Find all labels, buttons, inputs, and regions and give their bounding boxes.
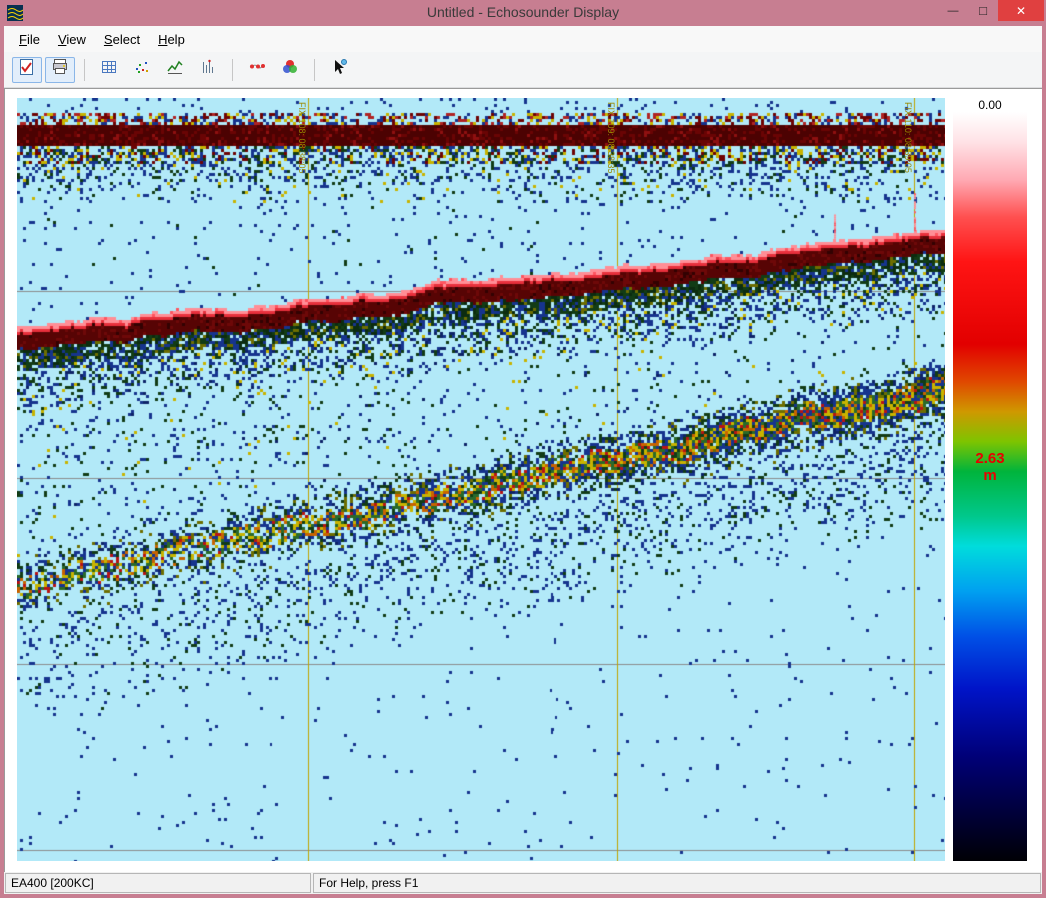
minimize-button[interactable]: —	[938, 0, 968, 21]
fix-label: FIX 108: 08:38:05	[297, 102, 307, 174]
window-title: Untitled - Echosounder Display	[0, 4, 1046, 20]
fix-label: FIX 109: 08:38:35	[606, 102, 616, 174]
palette-button[interactable]	[275, 57, 305, 83]
menu-view[interactable]: View	[49, 28, 95, 51]
palette-icon	[281, 58, 299, 81]
config-icon	[18, 58, 36, 81]
bottom-track-button[interactable]	[242, 57, 272, 83]
depth-readout: 2.63 m	[953, 450, 1027, 484]
depth-unit: m	[953, 467, 1027, 484]
pointer-icon	[330, 58, 348, 81]
grid-view-icon	[100, 58, 118, 81]
echogram-canvas[interactable]	[17, 98, 945, 861]
maximize-button[interactable]: □	[968, 0, 998, 21]
toolbar-separator	[84, 59, 85, 81]
pointer-button[interactable]	[324, 57, 354, 83]
titlebar[interactable]: Untitled - Echosounder Display — □ ✕	[0, 0, 1046, 26]
colorbar-gradient	[953, 112, 1027, 861]
depth-value: 2.63	[953, 450, 1027, 467]
line-chart-icon	[166, 58, 184, 81]
print-button[interactable]	[45, 57, 75, 83]
menu-file-rest: ile	[27, 32, 40, 47]
statusbar-device: EA400 [200KC]	[5, 873, 311, 893]
menu-select-key: S	[104, 32, 113, 47]
toolbar-separator	[314, 59, 315, 81]
app-window: Untitled - Echosounder Display — □ ✕ Fil…	[0, 0, 1046, 898]
colorbar-top-label: 0.00	[953, 98, 1027, 112]
echogram-area: FIX 108: 08:38:05 FIX 109: 08:38:35 FIX 11…	[17, 98, 945, 861]
bottom-track-icon	[248, 58, 266, 81]
close-button[interactable]: ✕	[998, 0, 1044, 21]
menu-select-rest: elect	[113, 32, 140, 47]
menu-file[interactable]: File	[10, 28, 49, 51]
menu-select[interactable]: Select	[95, 28, 149, 51]
config-button[interactable]	[12, 57, 42, 83]
menu-help[interactable]: Help	[149, 28, 194, 51]
menu-view-rest: iew	[66, 32, 86, 47]
menu-help-rest: elp	[167, 32, 184, 47]
statusbar-help: For Help, press F1	[313, 873, 1041, 893]
histogram-view-button[interactable]	[193, 57, 223, 83]
menu-file-key: F	[19, 32, 27, 47]
grid-view-button[interactable]	[94, 57, 124, 83]
print-icon	[51, 58, 69, 81]
toolbar-separator	[232, 59, 233, 81]
colorbar: 0.00 2.63 m	[953, 98, 1027, 861]
menubar: File View Select Help	[4, 26, 1042, 52]
scatter-view-button[interactable]	[127, 57, 157, 83]
histogram-view-icon	[199, 58, 217, 81]
echogram-view: FIX 108: 08:38:05 FIX 109: 08:38:35 FIX 11…	[4, 88, 1042, 872]
toolbar	[4, 52, 1042, 88]
statusbar: EA400 [200KC] For Help, press F1	[4, 872, 1042, 894]
fix-label: FIX 110: 08:39:05	[903, 102, 913, 173]
scatter-view-icon	[133, 58, 151, 81]
window-controls: — □ ✕	[938, 0, 1044, 21]
line-chart-button[interactable]	[160, 57, 190, 83]
